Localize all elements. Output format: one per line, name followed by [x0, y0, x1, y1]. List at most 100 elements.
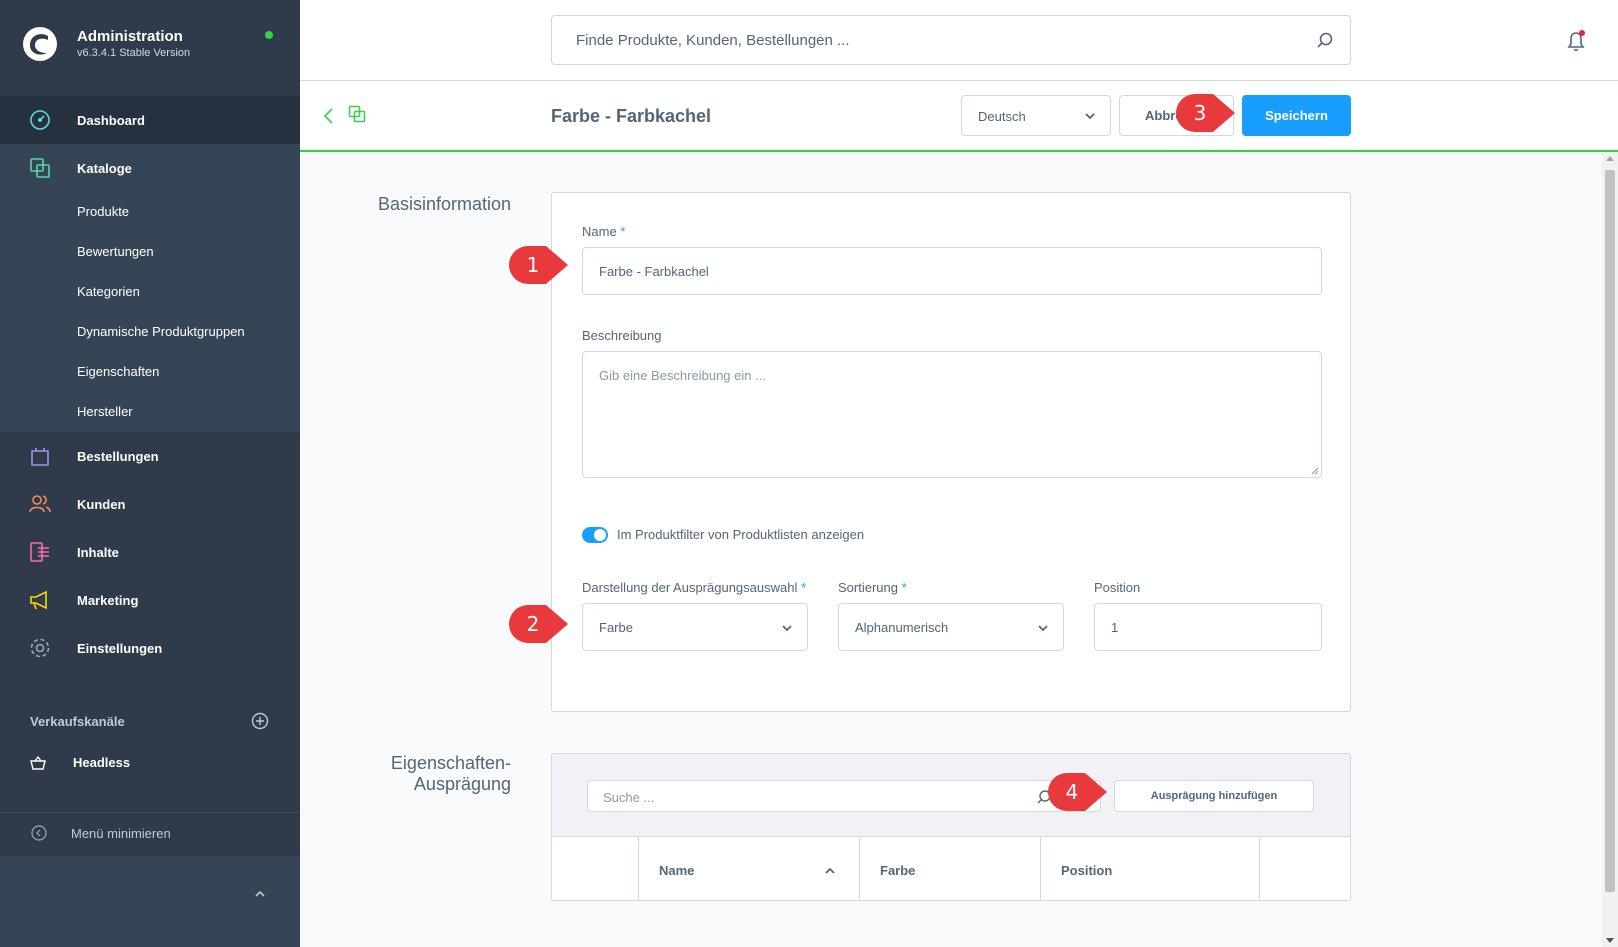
product-filter-toggle-label: Im Produktfilter von Produktlisten anzei… — [617, 527, 865, 542]
sidebar-item-orders[interactable]: Bestellungen — [0, 432, 300, 480]
chevron-down-icon — [782, 625, 792, 632]
page-scrollbar[interactable] — [1602, 152, 1618, 947]
grid-column-name[interactable]: Name — [639, 837, 860, 900]
sorting-label-text: Sortierung — [838, 580, 898, 595]
save-button[interactable]: Speichern — [1242, 95, 1351, 136]
position-label: Position — [1094, 580, 1141, 595]
sidebar-subitem-label: Bewertungen — [77, 244, 154, 259]
basket-icon — [30, 755, 46, 770]
sidebar-subitem-products[interactable]: Produkte — [0, 192, 300, 232]
online-status-indicator — [265, 31, 273, 39]
grid-column-label: Name — [659, 863, 695, 878]
scroll-down-arrow-icon[interactable] — [1606, 938, 1614, 943]
name-label-text: Name — [582, 224, 617, 239]
scrollbar-thumb[interactable] — [1605, 170, 1615, 892]
callout-number: 4 — [1065, 780, 1079, 804]
display-type-select[interactable]: Farbe — [582, 603, 808, 651]
callout-badge: 1 — [508, 245, 570, 285]
notification-bell-icon[interactable] — [1565, 29, 1587, 53]
language-select-value: Deutsch — [978, 109, 1026, 124]
options-section-title: Eigenschaften- Ausprägung — [360, 753, 511, 795]
language-select[interactable]: Deutsch — [961, 95, 1111, 136]
resize-grip-icon[interactable] — [1311, 467, 1319, 475]
callout-badge: 2 — [508, 604, 570, 644]
back-arrow-icon[interactable] — [322, 107, 336, 125]
global-search-placeholder: Finde Produkte, Kunden, Bestellungen ... — [576, 32, 850, 49]
brand: Administration v6.3.4.1 Stable Version — [22, 26, 292, 66]
sidebar-item-label: Kunden — [77, 496, 126, 512]
smart-bar: Farbe - Farbkachel Deutsch Abbrechen Spe… — [300, 81, 1618, 152]
catalog-icon — [30, 158, 50, 178]
sidebar-subitem-label: Kategorien — [77, 284, 140, 299]
sidebar-item-label: Inhalte — [77, 544, 119, 560]
product-filter-toggle[interactable] — [582, 527, 608, 543]
sidebar-item-dashboard[interactable]: Dashboard — [0, 96, 300, 144]
options-card: Suche ... Ausprägung hinzufügen Name Far… — [551, 753, 1351, 901]
sorting-select[interactable]: Alphanumerisch — [838, 603, 1064, 651]
grid-column-position[interactable]: Position — [1041, 837, 1260, 900]
sidebar-subitem-label: Eigenschaften — [77, 364, 160, 379]
options-section-title-line1: Eigenschaften- — [390, 753, 511, 773]
options-search-input[interactable]: Suche ... — [587, 780, 1101, 812]
required-mark: * — [620, 224, 626, 239]
callout-badge: 3 — [1175, 93, 1237, 133]
sidebar-subitem-label: Hersteller — [77, 404, 133, 419]
options-section-title-line2: Ausprägung — [413, 774, 511, 794]
grid-column-color[interactable]: Farbe — [860, 837, 1041, 900]
sidebar-subitem-properties[interactable]: Eigenschaften — [0, 352, 300, 392]
grid-select-column — [552, 837, 639, 900]
sidebar-subitem-reviews[interactable]: Bewertungen — [0, 232, 300, 272]
sales-channel-headless[interactable]: Headless — [0, 743, 300, 783]
sort-ascending-icon[interactable] — [825, 867, 835, 875]
sidebar-footer — [0, 856, 300, 947]
display-type-select-value: Farbe — [599, 620, 633, 635]
sidebar-item-marketing[interactable]: Marketing — [0, 576, 300, 624]
scroll-up-arrow-icon[interactable] — [1606, 156, 1614, 161]
sidebar-item-customers[interactable]: Kunden — [0, 480, 300, 528]
sidebar-item-catalogs[interactable]: Kataloge — [0, 144, 300, 192]
content-icon — [30, 542, 49, 562]
sidebar-subitem-label: Produkte — [77, 204, 130, 219]
minimize-menu-button[interactable]: Menü minimieren — [0, 812, 300, 856]
sidebar-item-label: Dashboard — [77, 112, 145, 128]
display-type-label-text: Darstellung der Ausprägungsauswahl — [582, 580, 798, 595]
sidebar-item-settings[interactable]: Einstellungen — [0, 624, 300, 672]
description-label: Beschreibung — [582, 328, 662, 343]
name-field-value: Farbe - Farbkachel — [599, 264, 709, 279]
minimize-menu-label: Menü minimieren — [71, 826, 171, 841]
callout-number: 3 — [1193, 101, 1207, 125]
gear-icon — [30, 638, 50, 658]
required-mark: * — [901, 580, 907, 595]
sidebar-item-label: Marketing — [77, 592, 139, 608]
options-grid-header: Name Farbe Position — [552, 837, 1350, 900]
sidebar-item-label: Kataloge — [77, 160, 132, 176]
customers-icon — [29, 495, 51, 513]
sidebar-subitem-dynamic-product-groups[interactable]: Dynamische Produktgruppen — [0, 312, 300, 352]
add-sales-channel-icon[interactable] — [251, 712, 269, 730]
top-bar: Finde Produkte, Kunden, Bestellungen ... — [300, 0, 1618, 81]
sorting-select-value: Alphanumerisch — [855, 620, 949, 635]
basic-info-section-title: Basisinformation — [377, 194, 511, 214]
sorting-label: Sortierung * — [838, 580, 907, 595]
name-field[interactable]: Farbe - Farbkachel — [582, 247, 1322, 295]
dashboard-gauge-icon — [30, 110, 50, 130]
sidebar-item-content[interactable]: Inhalte — [0, 528, 300, 576]
catalog-group: Kataloge Produkte Bewertungen Kategorien… — [0, 144, 300, 432]
add-option-button[interactable]: Ausprägung hinzufügen — [1114, 780, 1314, 812]
sidebar-item-label: Einstellungen — [77, 640, 163, 656]
global-search-input[interactable]: Finde Produkte, Kunden, Bestellungen ... — [551, 15, 1351, 65]
search-icon[interactable] — [1316, 31, 1334, 49]
page-title: Farbe - Farbkachel — [551, 106, 712, 126]
required-mark: * — [800, 580, 807, 595]
grid-column-label: Position — [1061, 863, 1113, 878]
display-type-label: Darstellung der Ausprägungsauswahl * — [582, 580, 806, 595]
sidebar-subitem-categories[interactable]: Kategorien — [0, 272, 300, 312]
description-textarea[interactable]: Gib eine Beschreibung ein ... — [582, 351, 1322, 478]
position-field[interactable]: 1 — [1094, 603, 1322, 651]
sidebar-subitem-manufacturers[interactable]: Hersteller — [0, 392, 300, 432]
chevron-up-icon[interactable] — [253, 887, 267, 901]
options-search-placeholder: Suche ... — [603, 790, 655, 805]
shopware-logo-icon — [23, 27, 57, 61]
duplicate-icon[interactable] — [348, 105, 366, 123]
sales-channel-label: Headless — [73, 755, 131, 770]
